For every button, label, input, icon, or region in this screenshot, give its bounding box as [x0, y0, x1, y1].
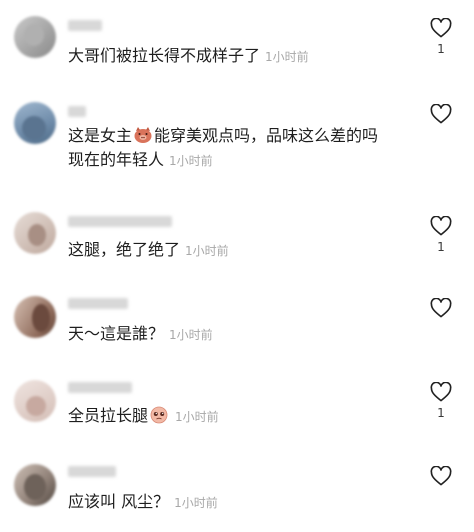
comment-item: 这腿，绝了绝了 1小时前 1 [0, 200, 474, 284]
comment-item: 天～這是誰？ 1小时前 [0, 284, 474, 368]
pleading-face-emoji [150, 406, 168, 424]
comment-body: 天～這是誰？ [68, 324, 165, 343]
comment-item: 全员拉长腿 1小时前 1 [0, 368, 474, 452]
like-count [426, 490, 456, 504]
username-blurred[interactable] [68, 216, 172, 227]
comment-time: 1小时前 [174, 496, 218, 510]
comment-time: 1小时前 [169, 154, 213, 168]
avatar[interactable] [14, 296, 56, 338]
comment-body: 应该叫 风尘？ [68, 492, 170, 511]
like-button[interactable]: 1 [426, 18, 456, 56]
like-count [426, 128, 456, 142]
comment-body: 全员拉长腿 [68, 406, 149, 425]
comment-body-end: 能穿美观点吗，品味这么差的吗 [154, 126, 379, 145]
comment-text: 全员拉长腿 1小时前 [68, 404, 219, 429]
like-count [426, 322, 456, 336]
comment-item: 应该叫 风尘？ 1小时前 [0, 452, 474, 532]
comment-time: 1小时前 [185, 244, 229, 258]
avatar[interactable] [14, 380, 56, 422]
comment-item: 大哥们被拉长得不成样子了 1小时前 1 [0, 0, 474, 88]
like-count: 1 [437, 42, 445, 56]
avatar[interactable] [14, 102, 56, 144]
username-blurred[interactable] [68, 466, 116, 477]
comment-text: 这是女主 能穿美观点吗，品味这么差的吗 现在的年轻人 1小时前 [68, 124, 378, 173]
like-button[interactable] [426, 298, 456, 336]
comment-time: 1小时前 [169, 328, 213, 342]
comment-body-line2: 现在的年轻人 [68, 150, 165, 169]
heart-outline-icon [430, 216, 452, 236]
heart-outline-icon [430, 466, 452, 486]
avatar[interactable] [14, 212, 56, 254]
username-blurred[interactable] [68, 382, 132, 393]
comment-time: 1小时前 [175, 410, 219, 424]
comment-item: 这是女主 能穿美观点吗，品味这么差的吗 现在的年轻人 1小时前 [0, 88, 474, 200]
username-blurred[interactable] [68, 106, 86, 117]
pig-face-emoji [134, 127, 152, 143]
like-count: 1 [437, 406, 445, 420]
comment-body-start: 这是女主 [68, 126, 133, 145]
username-blurred[interactable] [68, 298, 128, 309]
avatar[interactable] [14, 16, 56, 58]
comment-text: 这腿，绝了绝了 1小时前 [68, 238, 229, 263]
heart-outline-icon [430, 104, 452, 124]
heart-outline-icon [430, 18, 452, 38]
comment-text: 应该叫 风尘？ 1小时前 [68, 490, 218, 515]
comment-text: 天～這是誰？ 1小时前 [68, 322, 213, 347]
like-button[interactable] [426, 104, 456, 142]
like-button[interactable]: 1 [426, 382, 456, 420]
comment-time: 1小时前 [265, 50, 309, 64]
like-button[interactable] [426, 466, 456, 504]
comment-body: 大哥们被拉长得不成样子了 [68, 46, 261, 65]
comment-text: 大哥们被拉长得不成样子了 1小时前 [68, 44, 309, 69]
heart-outline-icon [430, 382, 452, 402]
heart-outline-icon [430, 298, 452, 318]
like-button[interactable]: 1 [426, 216, 456, 254]
like-count: 1 [437, 240, 445, 254]
comment-body: 这腿，绝了绝了 [68, 240, 181, 259]
avatar[interactable] [14, 464, 56, 506]
username-blurred[interactable] [68, 20, 102, 31]
